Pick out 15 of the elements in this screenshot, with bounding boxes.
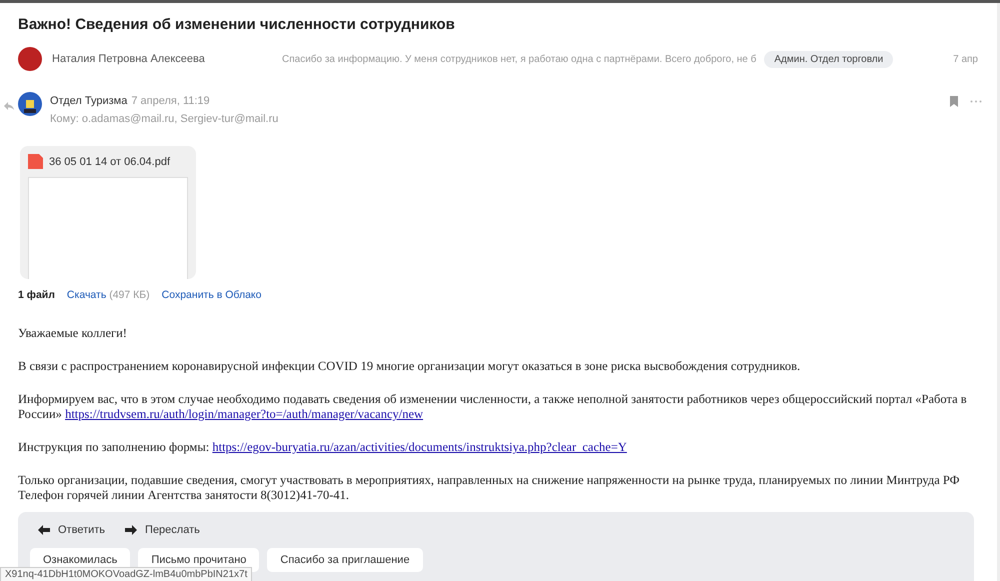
message-date: 7 апр (953, 54, 978, 64)
recipients-text: Кому: o.adamas@mail.ru, Sergiev-tur@mail.ru (50, 112, 280, 127)
file-count: 1 файл (18, 289, 55, 301)
body-text: Инструкция по заполнению формы: https://egov-buryatia.ru/azan/activities/documents/instruktsiya.php?clear_cache=Y (18, 440, 628, 455)
sender-name: Наталия Петровна Алексеева (52, 53, 206, 65)
body-text: В связи с распространением коронавирусной инфекции COVID 19 многие организации могут оказаться в зоне риска высвобождения сотрудников. (18, 359, 802, 374)
body-text: Информируем вас, что в этом случае необходимо подавать сведения об изменении численности, а также неполной занятости работников через общероссийский портал «Работа в России» https://trudvsem.ru/auth/login/manager?to=/auth/manager/vacancy/new (18, 392, 968, 422)
body-text: Телефон горячей линии Агентства занятости 8(3012)41-70-41. (18, 488, 350, 503)
message-date: 7 апреля, 11:19 (131, 95, 210, 107)
file-name: 36 05 01 14 от 06.04.pdf (49, 156, 170, 168)
body-text: Только организации, подавшие сведения, смогут участвовать в мероприятиях, направленных на снижение напряженности на рынке труда, планируемых по линии Минтруда РФ (18, 473, 961, 488)
link-url-tooltip: X91nq-41DbH1t0MOKOVoadGZ-lmB4u0mbPbIN21x7t (0, 567, 252, 581)
file-size: (497 КБ) (109, 289, 150, 301)
email-subject: Важно! Сведения об изменении численности сотрудников (18, 16, 456, 33)
body-text: Уважаемые коллеги! (18, 326, 128, 341)
